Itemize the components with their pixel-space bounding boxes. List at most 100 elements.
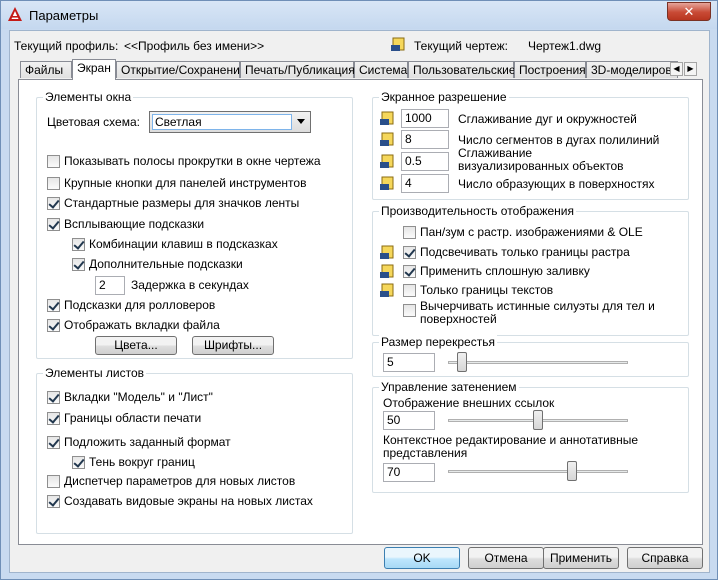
options-window: Параметры ✕ Текущий профиль: <<Профиль б… [0, 0, 718, 580]
group-title: Экранное разрешение [379, 90, 509, 104]
delay-input[interactable]: 2 [95, 276, 125, 295]
drawing-saved-icon [380, 111, 394, 125]
rendered-smoothness-input[interactable]: 0.5 [401, 152, 449, 171]
text-frame-checkbox[interactable] [403, 284, 416, 297]
page-setup-checkbox[interactable] [47, 475, 60, 488]
shortcut-keys-label: Комбинации клавиш в подсказках [89, 237, 278, 251]
paper-shadow-label: Тень вокруг границ [89, 455, 195, 469]
crosshair-slider-track[interactable] [448, 361, 628, 364]
tab-open-save[interactable]: Открытие/Сохранение [116, 61, 246, 78]
group-title: Производительность отображения [379, 204, 577, 218]
tab-label: 3D-моделирова [591, 63, 678, 77]
tooltips-checkbox[interactable] [47, 218, 60, 231]
ribbon-icons-checkbox[interactable] [47, 197, 60, 210]
tab-label: Пользовательские [413, 63, 516, 77]
close-icon: ✕ [683, 4, 695, 19]
tab-scroll-left[interactable]: ◀ [670, 62, 683, 76]
crosshair-slider-thumb[interactable] [456, 352, 467, 372]
display-performance-group: Производительность отображения Пан/зум с… [372, 204, 689, 336]
group-title: Элементы листов [43, 366, 147, 380]
contour-lines-input[interactable]: 4 [401, 174, 449, 193]
tab-label: Открытие/Сохранение [121, 63, 247, 77]
color-scheme-value: Светлая [152, 114, 292, 130]
window-title: Параметры [29, 8, 99, 23]
drawing-saved-icon [380, 132, 394, 146]
cancel-button[interactable]: Отмена [468, 547, 544, 569]
tab-scroll-right[interactable]: ▶ [684, 62, 697, 76]
drawing-saved-icon [380, 154, 394, 168]
tab-label: Файлы [25, 63, 64, 77]
xref-fade-slider-thumb[interactable] [533, 410, 543, 430]
title-bar[interactable]: Параметры ✕ [1, 1, 717, 29]
solid-fill-label: Применить сплошную заливку [420, 264, 590, 278]
extended-tooltips-label: Дополнительные подсказки [89, 257, 243, 271]
raster-frame-label: Подсвечивать только границы растра [420, 245, 630, 259]
close-button[interactable]: ✕ [667, 2, 711, 21]
tab-system[interactable]: Система [354, 61, 408, 78]
paper-shadow-checkbox[interactable] [72, 456, 85, 469]
pan-zoom-label: Пан/зум с растр. изображениями & OLE [420, 225, 643, 239]
shortcut-keys-checkbox[interactable] [72, 238, 85, 251]
group-title: Размер перекрестья [379, 335, 497, 349]
drawing-value: Чертеж1.dwg [528, 39, 602, 53]
tab-files[interactable]: Файлы [20, 61, 72, 78]
paper-background-checkbox[interactable] [47, 436, 60, 449]
inplace-fade-input[interactable]: 70 [383, 463, 435, 482]
ok-button[interactable]: OK [384, 547, 460, 569]
tab-user-preferences[interactable]: Пользовательские [408, 61, 516, 78]
model-tabs-checkbox[interactable] [47, 391, 60, 404]
polyline-segments-input[interactable]: 8 [401, 130, 449, 149]
file-tabs-checkbox[interactable] [47, 319, 60, 332]
viewports-checkbox[interactable] [47, 495, 60, 508]
display-resolution-group: Экранное разрешение 1000 Сглаживание дуг… [372, 90, 689, 200]
print-area-label: Границы области печати [64, 411, 202, 425]
scrollbars-checkbox[interactable] [47, 155, 60, 168]
tab-label: Экран [77, 61, 111, 75]
inplace-fade-slider-track[interactable] [448, 470, 628, 473]
pan-zoom-checkbox[interactable] [403, 226, 416, 239]
solid-fill-checkbox[interactable] [403, 265, 416, 278]
drawing-label: Текущий чертеж: [414, 39, 508, 53]
color-scheme-select[interactable]: Светлая [149, 111, 311, 133]
paper-background-label: Подложить заданный формат [64, 435, 231, 449]
group-title: Управление затенением [379, 380, 519, 394]
crosshair-size-input[interactable]: 5 [383, 353, 435, 372]
silhouettes-checkbox[interactable] [403, 304, 416, 317]
xref-fade-input[interactable]: 50 [383, 411, 435, 430]
inplace-fade-slider-thumb[interactable] [567, 461, 577, 481]
large-buttons-label: Крупные кнопки для панелей инструментов [64, 176, 307, 190]
print-area-checkbox[interactable] [47, 412, 60, 425]
autocad-logo-icon [8, 7, 22, 21]
profile-value: <<Профиль без имени>> [124, 39, 265, 53]
tab-plot-publish[interactable]: Печать/Публикация [240, 61, 355, 78]
rollover-checkbox[interactable] [47, 299, 60, 312]
chevron-down-icon [297, 119, 305, 124]
tab-display[interactable]: Экран [72, 59, 116, 80]
viewports-label: Создавать видовые экраны на новых листах [64, 494, 313, 508]
color-scheme-label: Цветовая схема: [47, 115, 140, 129]
tab-3d-modeling[interactable]: 3D-моделирова [586, 61, 678, 78]
text-frame-label: Только границы текстов [420, 283, 554, 297]
tab-label: Построения [519, 63, 586, 77]
ribbon-icons-label: Стандартные размеры для значков ленты [64, 196, 300, 210]
drawing-saved-icon [380, 176, 394, 190]
apply-button[interactable]: Применить [543, 547, 619, 569]
contour-lines-label: Число образующих в поверхностях [458, 177, 655, 191]
scrollbars-label: Показывать полосы прокрутки в окне черте… [64, 154, 321, 168]
rollover-label: Подсказки для ролловеров [64, 298, 216, 312]
arc-smoothness-input[interactable]: 1000 [401, 109, 449, 128]
help-button[interactable]: Справка [627, 547, 703, 569]
raster-frame-checkbox[interactable] [403, 246, 416, 259]
fonts-button[interactable]: Шрифты... [192, 336, 274, 355]
page-setup-label: Диспетчер параметров для новых листов [64, 474, 296, 488]
tooltips-label: Всплывающие подсказки [64, 217, 205, 231]
tab-label: Печать/Публикация [245, 63, 355, 77]
xref-fade-label: Отображение внешних ссылок [383, 396, 555, 410]
drawing-icon [391, 37, 405, 51]
colors-button[interactable]: Цвета... [95, 336, 177, 355]
large-buttons-checkbox[interactable] [47, 177, 60, 190]
extended-tooltips-checkbox[interactable] [72, 258, 85, 271]
tab-drafting[interactable]: Построения [514, 61, 586, 78]
drawing-saved-icon [380, 264, 394, 278]
drawing-saved-icon [380, 283, 394, 297]
